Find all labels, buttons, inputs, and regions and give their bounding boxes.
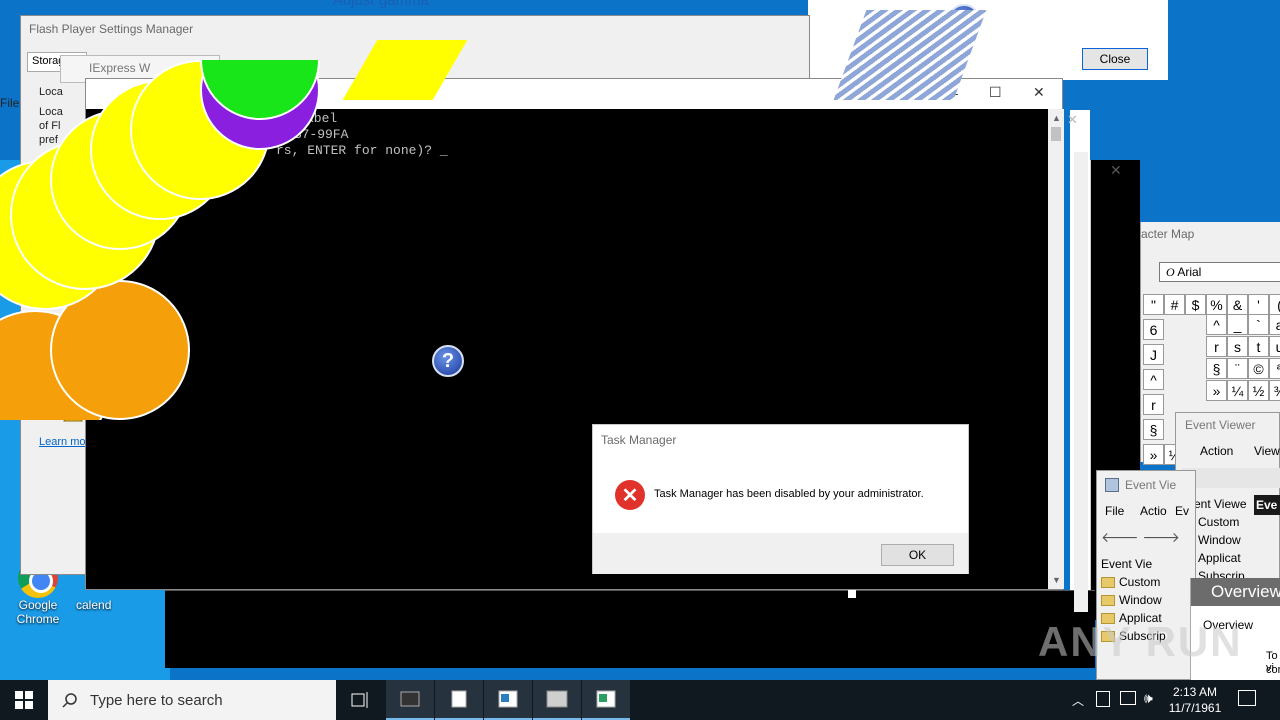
taskbar: Type here to search ︿ 🕪 2:13 AM 11/7/196…	[0, 680, 1280, 720]
tree-item[interactable]: Custom	[1101, 573, 1195, 591]
close-icon[interactable]: ✕	[1067, 112, 1078, 128]
char-cell[interactable]: ¨	[1227, 358, 1248, 379]
gamma-heading: Adjust gamma	[333, 0, 429, 9]
ok-button[interactable]: OK	[881, 544, 954, 566]
char-cell[interactable]: _	[1227, 314, 1248, 335]
desktop-icon-calendar[interactable]: calend	[76, 598, 111, 612]
search-icon	[62, 693, 77, 708]
error-icon: ✕	[615, 480, 645, 510]
toolbar	[1182, 468, 1280, 488]
char-cell[interactable]: %	[1206, 294, 1227, 315]
char-cell[interactable]: &	[1227, 294, 1248, 315]
clock[interactable]: 2:13 AM 11/7/1961	[1166, 684, 1224, 716]
close-icon[interactable]: ✕	[1110, 162, 1122, 179]
task-manager-dialog: Task Manager ✕ Task Manager has been dis…	[592, 424, 969, 574]
task-view-button[interactable]	[336, 680, 384, 720]
char-cell[interactable]: ª	[1269, 358, 1280, 379]
font-select[interactable]: O Arial	[1159, 262, 1280, 282]
char-cell[interactable]: (	[1269, 294, 1280, 315]
char-cell[interactable]: ^	[1143, 369, 1164, 390]
help-icon: ?	[432, 345, 464, 377]
vertical-scrollbar[interactable]: ▲ ▼	[1048, 109, 1064, 589]
menu-file[interactable]: File	[1105, 504, 1124, 518]
volume-icon[interactable]: 🕪	[1144, 690, 1153, 707]
overview-header: Overview	[1191, 578, 1280, 606]
search-placeholder: Type here to search	[90, 691, 223, 709]
folder-icon	[1101, 576, 1115, 588]
device-icon[interactable]	[1096, 691, 1110, 707]
task-view-icon	[351, 692, 368, 708]
notification-icon[interactable]	[1238, 690, 1256, 706]
char-cell[interactable]: ¾	[1269, 380, 1280, 401]
background-terminal-bottom	[165, 590, 1095, 668]
char-cell[interactable]: a	[1269, 314, 1280, 335]
chevron-up-icon[interactable]: ︿	[1072, 692, 1084, 709]
learn-more-link[interactable]: Learn mo	[39, 436, 85, 448]
back-arrow-icon[interactable]: 🡐 🡒	[1101, 529, 1180, 546]
overview-text: cont	[1266, 664, 1280, 676]
char-cell[interactable]: J	[1143, 344, 1164, 365]
menu-action[interactable]: Action	[1200, 444, 1233, 458]
dialog-title: Task Manager	[601, 433, 677, 447]
desktop-icon-label: Google Chrome	[16, 598, 60, 626]
char-cell[interactable]: ½	[1248, 380, 1269, 401]
network-icon[interactable]	[1120, 691, 1136, 705]
dialog-message: Task Manager has been disabled by your a…	[654, 488, 924, 500]
char-cell[interactable]: s	[1227, 336, 1248, 357]
char-cell[interactable]: »	[1143, 444, 1164, 465]
char-cell[interactable]: $	[1185, 294, 1206, 315]
window-title: Event Viewer	[1185, 418, 1256, 432]
start-button[interactable]	[0, 680, 48, 720]
tree-item[interactable]: Window	[1101, 591, 1195, 609]
menu-action[interactable]: Actio	[1140, 504, 1167, 518]
window-title: Event Vie	[1125, 478, 1177, 492]
char-cell[interactable]: ¼	[1227, 380, 1248, 401]
char-cell[interactable]: §	[1143, 419, 1164, 440]
folder-icon	[1101, 594, 1115, 606]
window-title: acter Map	[1141, 227, 1195, 241]
char-cell[interactable]: ^	[1206, 314, 1227, 335]
event-viewer-icon	[1105, 478, 1119, 492]
windows-icon	[15, 691, 33, 709]
cursor-block	[848, 590, 856, 598]
char-cell[interactable]: §	[1206, 358, 1227, 379]
maximize-button[interactable]: ☐	[989, 84, 1002, 101]
taskbar-app-1[interactable]	[435, 680, 483, 720]
right-panel-header: Eve	[1254, 495, 1280, 515]
char-cell[interactable]: r	[1143, 394, 1164, 415]
watermark: ANY RUN	[1038, 618, 1243, 665]
char-cell[interactable]: "	[1143, 294, 1164, 315]
char-cell[interactable]: '	[1248, 294, 1269, 315]
char-cell[interactable]: u	[1269, 336, 1280, 357]
char-cell[interactable]: `	[1248, 314, 1269, 335]
tree-item[interactable]: Event Vie	[1101, 555, 1195, 573]
taskbar-app-3[interactable]	[533, 680, 581, 720]
vertical-scrollbar[interactable]	[1074, 152, 1088, 612]
terminal-icon	[400, 691, 420, 707]
taskbar-app-2[interactable]	[484, 680, 532, 720]
menu-view[interactable]: View	[1254, 444, 1280, 458]
char-cell[interactable]: #	[1164, 294, 1185, 315]
taskbar-app-terminal[interactable]	[386, 680, 434, 720]
char-cell[interactable]: ©	[1248, 358, 1269, 379]
app-icon	[451, 690, 467, 708]
close-button[interactable]: ✕	[1033, 84, 1045, 101]
app-icon	[498, 690, 518, 708]
glitch-artifact	[0, 60, 330, 420]
font-type-icon: O	[1166, 265, 1175, 279]
menu-view[interactable]: Ev	[1175, 504, 1189, 518]
app-icon	[546, 690, 568, 708]
app-icon	[596, 690, 616, 708]
close-button[interactable]: Close	[1082, 48, 1148, 70]
taskbar-app-4[interactable]	[582, 680, 630, 720]
window-title: Flash Player Settings Manager	[29, 22, 194, 36]
char-cell[interactable]: t	[1248, 336, 1269, 357]
search-box[interactable]: Type here to search	[48, 680, 336, 720]
char-cell[interactable]: 6	[1143, 319, 1164, 340]
char-cell[interactable]: r	[1206, 336, 1227, 357]
char-cell[interactable]: »	[1206, 380, 1227, 401]
